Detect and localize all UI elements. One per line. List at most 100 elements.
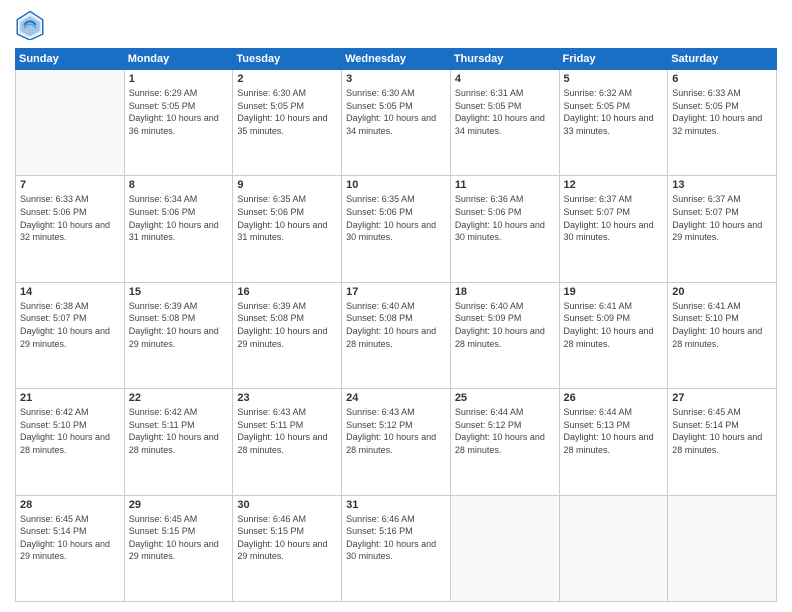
calendar-cell (559, 495, 668, 601)
calendar-cell: 27 Sunrise: 6:45 AMSunset: 5:14 PMDayligh… (668, 389, 777, 495)
day-info: Sunrise: 6:30 AMSunset: 5:05 PMDaylight:… (346, 87, 446, 137)
day-number: 10 (346, 179, 446, 191)
day-number: 23 (237, 392, 337, 404)
calendar-header-tuesday: Tuesday (233, 49, 342, 70)
day-number: 11 (455, 179, 555, 191)
day-number: 9 (237, 179, 337, 191)
day-info: Sunrise: 6:39 AMSunset: 5:08 PMDaylight:… (129, 300, 229, 350)
day-info: Sunrise: 6:36 AMSunset: 5:06 PMDaylight:… (455, 193, 555, 243)
day-number: 30 (237, 499, 337, 511)
calendar-cell: 18 Sunrise: 6:40 AMSunset: 5:09 PMDayligh… (450, 282, 559, 388)
calendar-cell: 19 Sunrise: 6:41 AMSunset: 5:09 PMDayligh… (559, 282, 668, 388)
day-info: Sunrise: 6:40 AMSunset: 5:08 PMDaylight:… (346, 300, 446, 350)
calendar-header-monday: Monday (124, 49, 233, 70)
day-info: Sunrise: 6:35 AMSunset: 5:06 PMDaylight:… (237, 193, 337, 243)
day-info: Sunrise: 6:33 AMSunset: 5:06 PMDaylight:… (20, 193, 120, 243)
day-number: 12 (564, 179, 664, 191)
calendar-table: SundayMondayTuesdayWednesdayThursdayFrid… (15, 48, 777, 602)
day-info: Sunrise: 6:29 AMSunset: 5:05 PMDaylight:… (129, 87, 229, 137)
calendar-header-row: SundayMondayTuesdayWednesdayThursdayFrid… (16, 49, 777, 70)
day-info: Sunrise: 6:41 AMSunset: 5:09 PMDaylight:… (564, 300, 664, 350)
calendar-cell: 21Sunrise: 6:42 AMSunset: 5:10 PMDayligh… (16, 389, 125, 495)
day-number: 31 (346, 499, 446, 511)
calendar-cell: 28Sunrise: 6:45 AMSunset: 5:14 PMDayligh… (16, 495, 125, 601)
calendar-cell: 23 Sunrise: 6:43 AMSunset: 5:11 PMDayligh… (233, 389, 342, 495)
header (15, 10, 777, 40)
day-number: 26 (564, 392, 664, 404)
calendar-header-thursday: Thursday (450, 49, 559, 70)
day-number: 18 (455, 286, 555, 298)
day-info: Sunrise: 6:41 AMSunset: 5:10 PMDaylight:… (672, 300, 772, 350)
day-info: Sunrise: 6:40 AMSunset: 5:09 PMDaylight:… (455, 300, 555, 350)
day-info: Sunrise: 6:39 AMSunset: 5:08 PMDaylight:… (237, 300, 337, 350)
calendar-cell: 5 Sunrise: 6:32 AMSunset: 5:05 PMDaylight… (559, 70, 668, 176)
calendar-cell: 8Sunrise: 6:34 AMSunset: 5:06 PMDaylight… (124, 176, 233, 282)
day-info: Sunrise: 6:42 AMSunset: 5:11 PMDaylight:… (129, 406, 229, 456)
day-info: Sunrise: 6:43 AMSunset: 5:11 PMDaylight:… (237, 406, 337, 456)
calendar-cell: 11 Sunrise: 6:36 AMSunset: 5:06 PMDayligh… (450, 176, 559, 282)
day-number: 29 (129, 499, 229, 511)
logo (15, 10, 49, 40)
week-row-2: 7 Sunrise: 6:33 AMSunset: 5:06 PMDaylight… (16, 176, 777, 282)
calendar-cell: 2Sunrise: 6:30 AMSunset: 5:05 PMDaylight… (233, 70, 342, 176)
calendar-cell: 9 Sunrise: 6:35 AMSunset: 5:06 PMDaylight… (233, 176, 342, 282)
calendar-cell: 24 Sunrise: 6:43 AMSunset: 5:12 PMDayligh… (342, 389, 451, 495)
day-number: 2 (237, 73, 337, 85)
calendar-cell: 12Sunrise: 6:37 AMSunset: 5:07 PMDayligh… (559, 176, 668, 282)
calendar-cell: 16 Sunrise: 6:39 AMSunset: 5:08 PMDayligh… (233, 282, 342, 388)
day-number: 25 (455, 392, 555, 404)
day-number: 17 (346, 286, 446, 298)
calendar-cell: 26 Sunrise: 6:44 AMSunset: 5:13 PMDayligh… (559, 389, 668, 495)
day-number: 27 (672, 392, 772, 404)
calendar-cell: 1Sunrise: 6:29 AMSunset: 5:05 PMDaylight… (124, 70, 233, 176)
week-row-1: 1Sunrise: 6:29 AMSunset: 5:05 PMDaylight… (16, 70, 777, 176)
day-number: 4 (455, 73, 555, 85)
day-info: Sunrise: 6:32 AMSunset: 5:05 PMDaylight:… (564, 87, 664, 137)
day-number: 16 (237, 286, 337, 298)
day-info: Sunrise: 6:31 AMSunset: 5:05 PMDaylight:… (455, 87, 555, 137)
calendar-cell: 15Sunrise: 6:39 AMSunset: 5:08 PMDayligh… (124, 282, 233, 388)
calendar-cell: 25 Sunrise: 6:44 AMSunset: 5:12 PMDayligh… (450, 389, 559, 495)
day-number: 20 (672, 286, 772, 298)
day-number: 24 (346, 392, 446, 404)
day-info: Sunrise: 6:44 AMSunset: 5:12 PMDaylight:… (455, 406, 555, 456)
calendar-header-saturday: Saturday (668, 49, 777, 70)
day-info: Sunrise: 6:46 AMSunset: 5:16 PMDaylight:… (346, 513, 446, 563)
day-number: 28 (20, 499, 120, 511)
week-row-5: 28Sunrise: 6:45 AMSunset: 5:14 PMDayligh… (16, 495, 777, 601)
calendar-cell: 13Sunrise: 6:37 AMSunset: 5:07 PMDayligh… (668, 176, 777, 282)
calendar-cell (668, 495, 777, 601)
day-info: Sunrise: 6:45 AMSunset: 5:14 PMDaylight:… (672, 406, 772, 456)
day-number: 3 (346, 73, 446, 85)
week-row-3: 14 Sunrise: 6:38 AMSunset: 5:07 PMDayligh… (16, 282, 777, 388)
calendar-cell: 20 Sunrise: 6:41 AMSunset: 5:10 PMDayligh… (668, 282, 777, 388)
day-number: 19 (564, 286, 664, 298)
day-number: 6 (672, 73, 772, 85)
calendar-header-wednesday: Wednesday (342, 49, 451, 70)
day-info: Sunrise: 6:44 AMSunset: 5:13 PMDaylight:… (564, 406, 664, 456)
logo-icon (15, 10, 45, 40)
calendar-cell: 3 Sunrise: 6:30 AMSunset: 5:05 PMDaylight… (342, 70, 451, 176)
day-number: 7 (20, 179, 120, 191)
day-number: 21 (20, 392, 120, 404)
day-number: 22 (129, 392, 229, 404)
day-number: 14 (20, 286, 120, 298)
day-info: Sunrise: 6:33 AMSunset: 5:05 PMDaylight:… (672, 87, 772, 137)
week-row-4: 21Sunrise: 6:42 AMSunset: 5:10 PMDayligh… (16, 389, 777, 495)
calendar-cell (16, 70, 125, 176)
day-number: 13 (672, 179, 772, 191)
day-number: 5 (564, 73, 664, 85)
day-info: Sunrise: 6:43 AMSunset: 5:12 PMDaylight:… (346, 406, 446, 456)
page: SundayMondayTuesdayWednesdayThursdayFrid… (0, 0, 792, 612)
calendar-cell: 10Sunrise: 6:35 AMSunset: 5:06 PMDayligh… (342, 176, 451, 282)
calendar-header-sunday: Sunday (16, 49, 125, 70)
calendar-cell: 30Sunrise: 6:46 AMSunset: 5:15 PMDayligh… (233, 495, 342, 601)
calendar-cell: 22 Sunrise: 6:42 AMSunset: 5:11 PMDayligh… (124, 389, 233, 495)
calendar-cell: 14 Sunrise: 6:38 AMSunset: 5:07 PMDayligh… (16, 282, 125, 388)
calendar-cell: 17 Sunrise: 6:40 AMSunset: 5:08 PMDayligh… (342, 282, 451, 388)
calendar-cell (450, 495, 559, 601)
calendar-cell: 29Sunrise: 6:45 AMSunset: 5:15 PMDayligh… (124, 495, 233, 601)
day-info: Sunrise: 6:38 AMSunset: 5:07 PMDaylight:… (20, 300, 120, 350)
calendar-cell: 31 Sunrise: 6:46 AMSunset: 5:16 PMDayligh… (342, 495, 451, 601)
day-number: 8 (129, 179, 229, 191)
